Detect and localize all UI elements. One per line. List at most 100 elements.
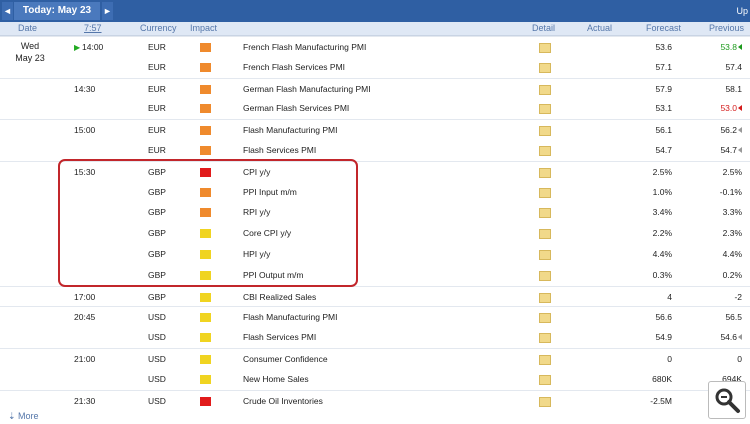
event-forecast: 54.7	[655, 145, 672, 155]
header-detail: Detail	[532, 23, 556, 33]
previous-value: 57.4	[725, 61, 742, 72]
event-forecast: 54.9	[655, 332, 672, 343]
folder-icon[interactable]	[539, 104, 551, 115]
folder-icon[interactable]	[539, 126, 551, 137]
event-forecast: 3.4%	[652, 207, 672, 218]
previous-value: -0.1%	[719, 186, 742, 197]
impact-icon	[200, 126, 211, 136]
header-previous: Previous	[709, 23, 745, 33]
event-forecast: 56.1	[655, 125, 672, 136]
table-row[interactable]: 17:00 GBP CBI Realized Sales 4 -2	[0, 285, 750, 308]
folder-icon[interactable]	[539, 355, 551, 365]
event-name[interactable]: CBI Realized Sales	[243, 287, 316, 308]
table-row[interactable]: 20:45 USD Flash Manufacturing PMI 56.6 56.5	[0, 306, 750, 328]
table-row[interactable]: 21:00 USD Consumer Confidence 0 0	[0, 348, 750, 370]
header-time[interactable]: 7:57	[84, 22, 102, 35]
table-row[interactable]: EUR German Flash Services PMI 53.1 53.0	[0, 98, 750, 119]
event-currency: USD	[148, 354, 166, 364]
impact-icon	[200, 355, 211, 364]
folder-icon[interactable]	[539, 270, 551, 281]
table-row[interactable]: EUR Flash Services PMI 54.7 54.7	[0, 140, 750, 161]
event-currency: EUR	[148, 103, 166, 114]
folder-icon[interactable]	[539, 374, 551, 385]
event-currency: EUR	[148, 125, 166, 136]
folder-icon[interactable]	[539, 208, 551, 219]
table-row[interactable]: USD Flash Services PMI 54.9 54.6	[0, 327, 750, 348]
table-row[interactable]: 14:30 EUR German Flash Manufacturing PMI 57…	[0, 77, 750, 100]
folder-icon[interactable]	[539, 292, 551, 303]
event-name[interactable]: French Flash Manufacturing PMI	[243, 37, 366, 58]
highlight-box	[58, 159, 358, 287]
folder-icon[interactable]	[539, 396, 551, 407]
folder-icon[interactable]	[539, 84, 551, 95]
current-day-title[interactable]: Today: May 23	[14, 2, 100, 20]
up-label[interactable]: Up	[736, 6, 748, 16]
event-previous: 54.6	[680, 327, 742, 348]
event-forecast: 0.3%	[652, 269, 672, 280]
previous-value: -2	[734, 291, 742, 302]
folder-icon[interactable]	[539, 167, 551, 178]
previous-value: 53.0	[720, 103, 737, 114]
more-link[interactable]: ⇣ More	[8, 411, 39, 422]
table-row[interactable]: 15:00 EUR Flash Manufacturing PMI 56.1 56.2	[0, 119, 750, 141]
event-forecast: 57.9	[655, 83, 672, 94]
folder-icon[interactable]	[539, 333, 551, 344]
previous-value: 0.2%	[722, 269, 742, 280]
event-name[interactable]: Flash Services PMI	[243, 327, 316, 348]
revision-marker-icon	[738, 127, 742, 134]
event-name[interactable]: German Flash Services PMI	[243, 98, 349, 119]
event-currency: EUR	[148, 145, 166, 155]
folder-icon[interactable]	[539, 313, 551, 324]
header-actual: Actual	[587, 23, 613, 33]
table-row[interactable]: ▶ 14:00 EUR French Flash Manufacturing PMI 5…	[0, 36, 750, 58]
table-row[interactable]: 21:30USDCrude Oil Inventories-2.5MM	[0, 389, 750, 412]
header-forecast: Forecast	[646, 23, 682, 33]
scroll-up-link[interactable]: Up	[736, 2, 748, 20]
event-previous: 4.4%	[680, 244, 742, 265]
impact-icon	[200, 292, 211, 302]
event-currency: USD	[148, 312, 166, 323]
event-previous: 53.8	[680, 37, 742, 58]
table-row[interactable]: USD New Home Sales 680K 694K	[0, 369, 750, 390]
impact-icon	[200, 62, 211, 72]
event-name[interactable]: Flash Manufacturing PMI	[243, 120, 337, 141]
previous-value: 0	[737, 354, 742, 364]
event-name[interactable]: French Flash Services PMI	[243, 57, 345, 78]
next-day-button[interactable]: ►	[102, 2, 113, 20]
event-forecast: 680K	[652, 373, 672, 384]
folder-icon[interactable]	[539, 229, 551, 240]
event-previous: 58.1	[680, 79, 742, 100]
event-forecast: 1.0%	[652, 186, 672, 197]
event-currency: EUR	[148, 42, 166, 52]
magnifier-icon[interactable]	[708, 381, 746, 419]
folder-icon[interactable]	[539, 62, 551, 73]
event-previous: 3.3%	[680, 202, 742, 223]
folder-icon[interactable]	[539, 43, 551, 53]
event-currency: USD	[148, 373, 166, 384]
event-name[interactable]: German Flash Manufacturing PMI	[243, 79, 371, 100]
event-name[interactable]: Flash Services PMI	[243, 140, 316, 161]
event-time: 14:00	[82, 42, 104, 52]
previous-value: 58.1	[725, 83, 742, 94]
event-name[interactable]: New Home Sales	[243, 369, 309, 390]
folder-icon[interactable]	[539, 146, 551, 156]
more-label[interactable]: More	[18, 411, 39, 421]
calendar-nav-bar: ◄ Today: May 23 ► Up	[0, 0, 750, 22]
event-previous: 0	[680, 349, 742, 370]
prev-day-button[interactable]: ◄	[2, 2, 13, 20]
folder-icon[interactable]	[539, 187, 551, 198]
event-forecast: 4.4%	[652, 249, 672, 259]
impact-icon	[200, 374, 211, 384]
header-currency: Currency	[140, 23, 177, 33]
event-name[interactable]: Crude Oil Inventories	[243, 391, 323, 412]
event-forecast: 0	[667, 354, 672, 364]
revision-marker-icon	[738, 147, 742, 153]
event-name[interactable]: Consumer Confidence	[243, 349, 328, 370]
table-row[interactable]: EUR French Flash Services PMI 57.1 57.4	[0, 57, 750, 78]
previous-value: 3.3%	[722, 207, 742, 218]
folder-icon[interactable]	[539, 250, 551, 260]
header-date: Date	[18, 23, 38, 33]
event-name[interactable]: Flash Manufacturing PMI	[243, 307, 337, 328]
event-time: 21:00	[74, 354, 96, 364]
column-header: Date 7:57 Currency Impact Detail Actual …	[0, 22, 750, 36]
